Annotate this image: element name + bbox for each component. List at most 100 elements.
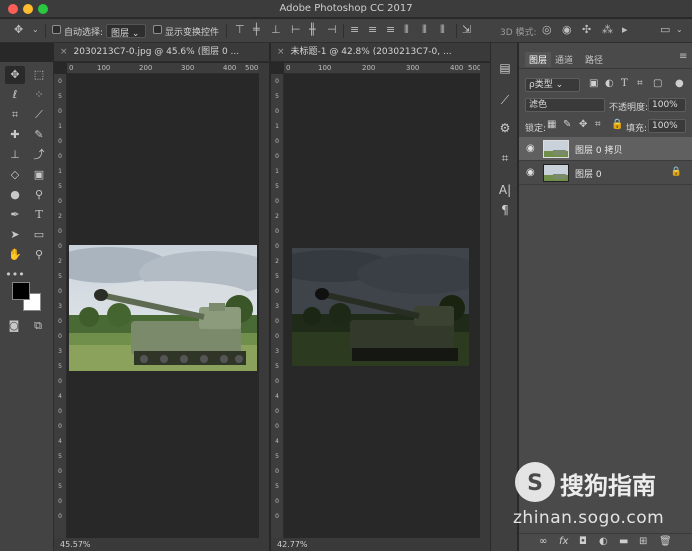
history-brush-tool-icon[interactable]: ⤴: [29, 146, 49, 164]
layer-style-icon[interactable]: fx: [559, 536, 568, 547]
learn-icon[interactable]: ▤: [491, 61, 519, 75]
fill-input[interactable]: 100%: [648, 119, 686, 133]
gradient-tool-icon[interactable]: ▣: [29, 166, 49, 184]
link-layers-icon[interactable]: ∞: [539, 536, 547, 547]
workspace-icon[interactable]: ▭: [660, 23, 670, 36]
quick-mask-icon[interactable]: ◙: [4, 317, 24, 335]
move-tool-icon[interactable]: ✥: [14, 23, 23, 36]
tab-paths[interactable]: 路径: [585, 53, 603, 66]
filter-smart-object-icon[interactable]: ▢: [653, 78, 662, 89]
auto-select-checkbox[interactable]: [52, 25, 61, 35]
close-tab-icon[interactable]: ×: [277, 47, 285, 57]
show-transform-checkbox[interactable]: [153, 25, 162, 35]
align-left-icon[interactable]: ⊢: [291, 23, 301, 36]
close-tab-icon[interactable]: ×: [60, 47, 68, 57]
align-top-icon[interactable]: ⊤: [235, 23, 245, 36]
quick-select-tool-icon[interactable]: ⁘: [29, 86, 49, 104]
dodge-tool-icon[interactable]: ⚲: [29, 186, 49, 204]
blend-mode-dropdown[interactable]: 滤色: [525, 98, 605, 112]
panel-menu-icon[interactable]: ≡: [679, 51, 687, 62]
align-bottom-icon[interactable]: ⊥: [271, 23, 281, 36]
lock-transparent-icon[interactable]: ▦: [547, 119, 556, 130]
tab-layers[interactable]: 图层: [525, 52, 552, 67]
brush-tool-icon[interactable]: ✎: [29, 126, 49, 144]
tank-photo-original: [69, 245, 257, 371]
lasso-tool-icon[interactable]: ℓ: [5, 86, 25, 104]
document-tab-2[interactable]: × 未标题-1 @ 42.8% (2030213C7-0, ...: [271, 43, 490, 62]
tab-channels[interactable]: 通道: [555, 53, 573, 66]
auto-select-dropdown[interactable]: 图层 ⌄: [106, 24, 146, 39]
eraser-tool-icon[interactable]: ◇: [5, 166, 25, 184]
adjustment-layer-icon[interactable]: ◐: [599, 536, 608, 547]
foreground-color-swatch[interactable]: [12, 282, 30, 300]
3d-pan-icon[interactable]: ✣: [582, 23, 591, 36]
filter-toggle-icon[interactable]: ●: [675, 78, 684, 89]
ruler-tick-label: 2: [58, 258, 62, 265]
new-layer-icon[interactable]: ⊞: [639, 536, 647, 547]
tool-preset-chevron-icon[interactable]: ⌄: [32, 25, 39, 34]
filter-type-icon[interactable]: T: [621, 78, 628, 89]
marquee-tool-icon[interactable]: ⬚: [29, 66, 49, 84]
character-icon[interactable]: A|: [491, 183, 519, 197]
align-vcenter-icon[interactable]: ╪: [253, 23, 260, 36]
zoom-tool-icon[interactable]: ⚲: [29, 246, 49, 264]
new-group-icon[interactable]: ▬: [619, 536, 628, 547]
distribute-top-icon[interactable]: ≡: [350, 23, 359, 36]
eyedropper-tool-icon[interactable]: ⟋: [29, 106, 49, 124]
move-tool-icon[interactable]: ✥: [5, 66, 25, 84]
filter-adjustment-icon[interactable]: ◐: [605, 78, 614, 89]
vertical-scrollbar-1[interactable]: [259, 63, 269, 538]
vertical-scrollbar-2[interactable]: [480, 63, 490, 538]
hand-tool-icon[interactable]: ✋: [5, 246, 25, 264]
histogram-icon[interactable]: ⟋: [491, 93, 519, 108]
3d-slide-icon[interactable]: ⁂: [602, 23, 613, 36]
filter-pixel-icon[interactable]: ▣: [589, 78, 598, 89]
distribute-right-icon[interactable]: ⦀: [440, 23, 445, 37]
align-right-icon[interactable]: ⊣: [327, 23, 337, 36]
ruler-tick-label: 1: [58, 123, 62, 130]
clone-stamp-tool-icon[interactable]: ⊥: [5, 146, 25, 164]
layer-row-copy[interactable]: ◉ 图层 0 拷贝: [519, 137, 692, 161]
pen-tool-icon[interactable]: ✒: [5, 206, 25, 224]
paragraph-icon[interactable]: ¶: [491, 203, 519, 217]
3d-roll-icon[interactable]: ◉: [562, 23, 572, 36]
ruler-tick-label: 5: [58, 453, 62, 460]
visibility-eye-icon[interactable]: ◉: [526, 167, 535, 178]
distribute-hcenter-icon[interactable]: ⦀: [422, 23, 427, 37]
delete-layer-icon[interactable]: 🗑: [659, 536, 672, 547]
add-mask-icon[interactable]: ◘: [579, 536, 587, 547]
document-tab-1[interactable]: × 2030213C7-0.jpg @ 45.6% (图层 0 ...: [54, 43, 269, 62]
distribute-bottom-icon[interactable]: ≡: [386, 23, 395, 36]
opacity-input[interactable]: 100%: [648, 98, 686, 112]
screen-mode-icon[interactable]: ⧉: [28, 317, 48, 335]
align-hcenter-icon[interactable]: ╫: [309, 23, 316, 36]
layer-name[interactable]: 图层 0 拷贝: [575, 143, 622, 156]
3d-scale-icon[interactable]: ▸: [622, 23, 628, 36]
distribute-vcenter-icon[interactable]: ≡: [368, 23, 377, 36]
filter-shape-icon[interactable]: ⌗: [637, 78, 643, 89]
crop-tool-icon[interactable]: ⌗: [5, 106, 25, 124]
workspace-chevron-icon[interactable]: ⌄: [676, 25, 683, 34]
path-select-tool-icon[interactable]: ➤: [5, 226, 25, 244]
zoom-level-1[interactable]: 45.57%: [60, 540, 91, 549]
3d-rotate-icon[interactable]: ◎: [542, 23, 552, 36]
plugins-icon[interactable]: ⚙: [491, 121, 519, 135]
lock-image-icon[interactable]: ✎: [563, 119, 571, 130]
visibility-eye-icon[interactable]: ◉: [526, 143, 535, 154]
crop-panel-icon[interactable]: ⌗: [491, 151, 519, 166]
lock-position-icon[interactable]: ✥: [579, 119, 587, 130]
lock-all-icon[interactable]: 🔒: [611, 119, 623, 130]
type-tool-icon[interactable]: T: [29, 206, 49, 224]
auto-align-icon[interactable]: ⇲: [462, 23, 471, 36]
blur-tool-icon[interactable]: ●: [5, 186, 25, 204]
layer-name[interactable]: 图层 0: [575, 167, 602, 180]
document-canvas-1[interactable]: [67, 75, 259, 538]
lock-artboard-icon[interactable]: ⌗: [595, 119, 601, 130]
layer-row-base[interactable]: ◉ 图层 0 🔒: [519, 161, 692, 185]
healing-brush-tool-icon[interactable]: ✚: [5, 126, 25, 144]
rectangle-tool-icon[interactable]: ▭: [29, 226, 49, 244]
document-canvas-2[interactable]: [284, 75, 480, 538]
layer-filter-dropdown[interactable]: ρ类型 ⌄: [525, 78, 580, 92]
zoom-level-2[interactable]: 42.77%: [277, 540, 308, 549]
distribute-left-icon[interactable]: ⦀: [404, 23, 409, 37]
